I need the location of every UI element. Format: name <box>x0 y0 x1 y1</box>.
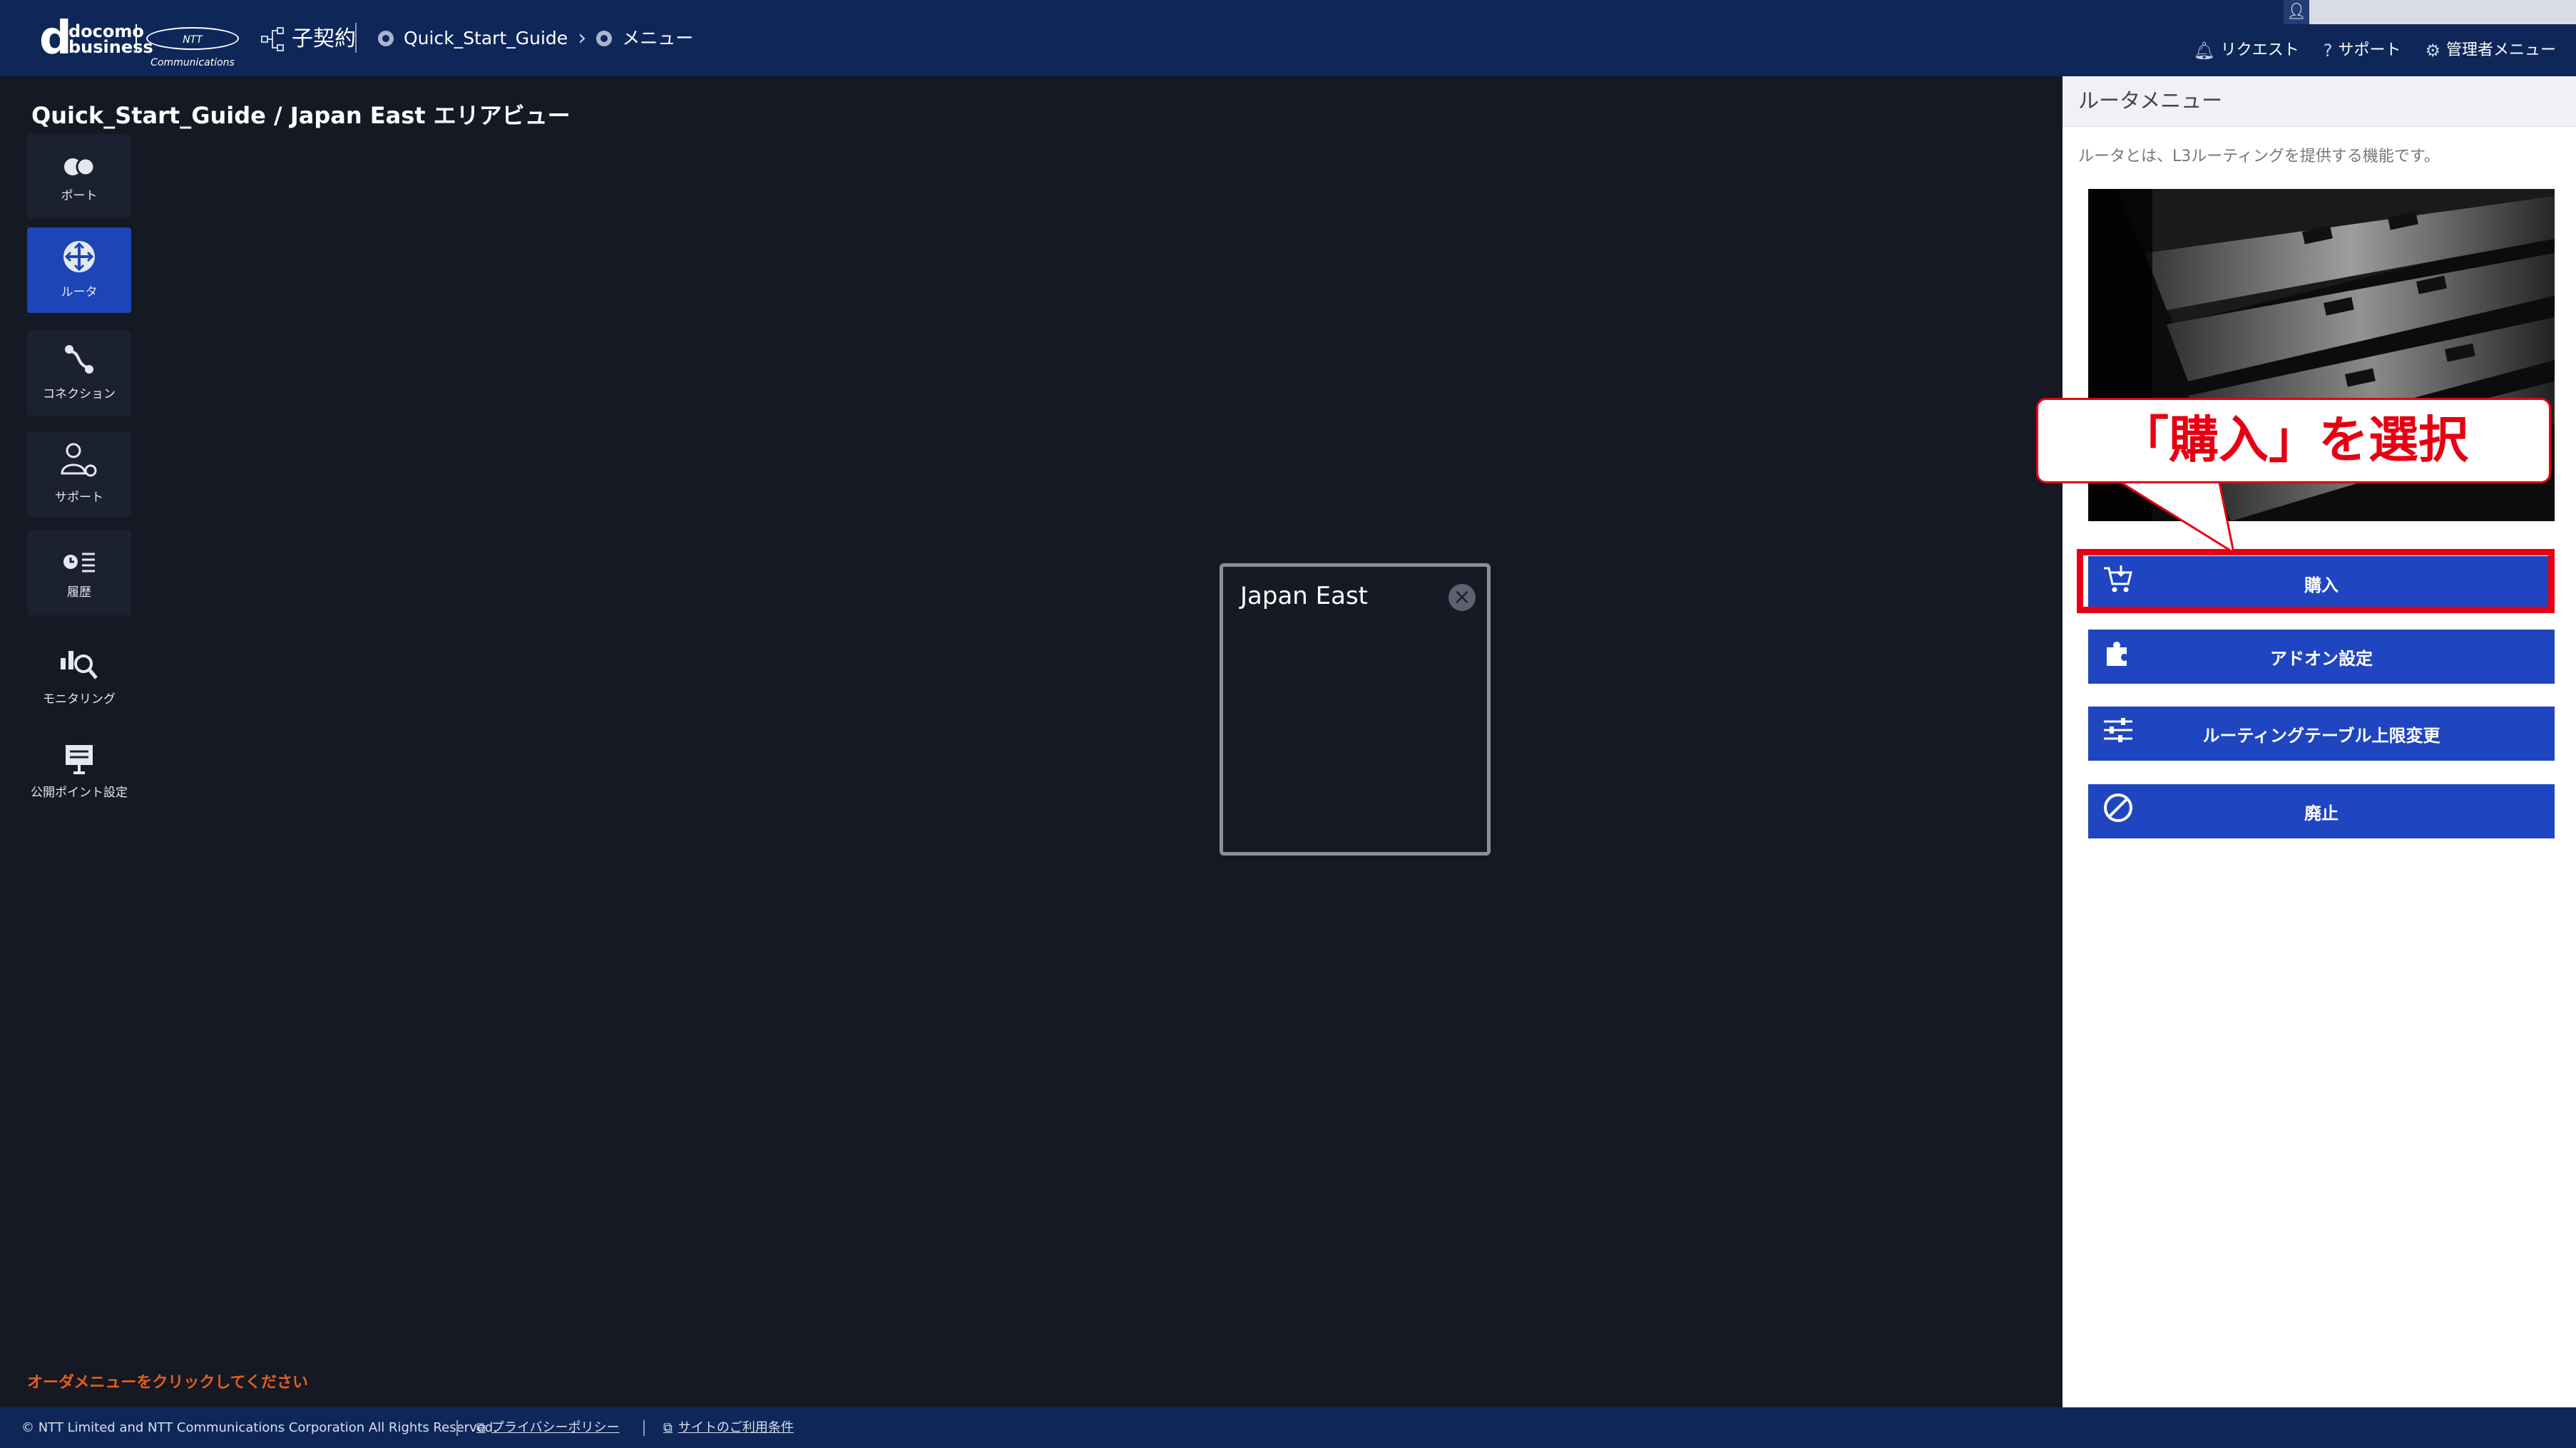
close-icon[interactable]: × <box>1448 584 1476 611</box>
external-link-icon: ⧉ <box>476 1420 486 1435</box>
region-title: Japan East <box>1240 582 1368 610</box>
router-icon <box>62 240 96 281</box>
copyright-text: © NTT Limited and NTT Communications Cor… <box>21 1420 497 1435</box>
breadcrumb: Quick_Start_Guide › メニュー <box>378 27 693 50</box>
contract-switcher[interactable]: 子契約 <box>260 26 356 53</box>
sidenav-item-support[interactable]: サポート <box>27 431 131 517</box>
chevron-right-icon: › <box>578 26 587 51</box>
connection-icon <box>63 343 96 383</box>
logo-divider <box>136 24 137 53</box>
top-header: d docomo business NTT Communications 子契約… <box>0 0 2576 76</box>
footer-divider <box>643 1420 645 1436</box>
port-icon <box>63 148 96 185</box>
contract-label: 子契約 <box>292 26 356 51</box>
user-icon: 👤︎ <box>2284 0 2309 24</box>
privacy-policy-label: プライバシーポリシー <box>491 1420 620 1435</box>
sidenav-item-port[interactable]: ポート <box>27 134 131 218</box>
breadcrumb-item-menu[interactable]: メニュー <box>622 27 693 50</box>
privacy-policy-link[interactable]: ⧉ プライバシーポリシー <box>476 1407 620 1448</box>
help-icon: ? <box>2323 41 2333 61</box>
routing-table-limit-label: ルーティングテーブル上限変更 <box>2202 725 2440 746</box>
sidenav-label: サポート <box>55 491 103 505</box>
utility-links: 🔔︎ リクエスト ? サポート ⚙︎ 管理者メニュー <box>2193 40 2556 61</box>
sidenav-label: ルータ <box>61 285 98 299</box>
user-account-bar[interactable]: 👤︎ <box>2284 0 2576 24</box>
decommission-button[interactable]: 廃止 <box>2088 784 2555 838</box>
history-icon <box>62 544 96 581</box>
sidenav-label: 履歴 <box>67 585 91 600</box>
router-menu-title: ルータメニュー <box>2078 88 2223 113</box>
footer-divider <box>456 1420 458 1436</box>
addon-settings-button[interactable]: アドオン設定 <box>2088 630 2555 684</box>
sidenav-label: モニタリング <box>43 692 116 707</box>
footer: © NTT Limited and NTT Communications Cor… <box>0 1407 2576 1448</box>
ntt-logo: NTT Communications <box>146 27 239 68</box>
header-divider <box>355 23 357 53</box>
request-link[interactable]: 🔔︎ リクエスト <box>2193 40 2299 61</box>
monitoring-icon <box>59 644 99 688</box>
terms-of-use-label: サイトのご利用条件 <box>678 1420 794 1435</box>
bell-icon: 🔔︎ <box>2193 41 2215 61</box>
router-menu-panel: ルータメニュー ルータとは、L3ルーティングを提供する機能です。 購入 アドオン… <box>2063 76 2576 1407</box>
support-link[interactable]: ? サポート <box>2324 40 2401 61</box>
support-icon <box>59 442 99 486</box>
external-link-icon: ⧉ <box>663 1420 673 1435</box>
request-label: リクエスト <box>2220 41 2299 59</box>
sidenav-item-history[interactable]: 履歴 <box>27 530 131 615</box>
sidenav-label: コネクション <box>43 387 116 401</box>
routing-table-limit-button[interactable]: ルーティングテーブル上限変更 <box>2088 707 2555 761</box>
order-menu-hint: オーダメニューをクリックしてください <box>27 1374 309 1392</box>
callout-pointer <box>2120 481 2234 553</box>
admin-menu-label: 管理者メニュー <box>2445 41 2556 59</box>
sidenav-label: 公開ポイント設定 <box>31 786 128 800</box>
page-title: Quick_Start_Guide / Japan East エリアビュー <box>31 102 571 129</box>
sidenav-item-monitoring[interactable]: モニタリング <box>27 633 131 719</box>
sidenav-label: ポート <box>61 189 98 203</box>
instruction-callout: 「購入」を選択 <box>2036 398 2551 483</box>
router-menu-description: ルータとは、L3ルーティングを提供する機能です。 <box>2078 148 2440 165</box>
breadcrumb-dot-icon <box>596 31 613 46</box>
docomo-logo-mark: d <box>39 12 72 65</box>
sidenav-item-connection[interactable]: コネクション <box>27 330 131 416</box>
sidenav-item-public-point[interactable]: 公開ポイント設定 <box>27 729 131 815</box>
purchase-highlight-box <box>2077 549 2555 613</box>
gear-icon: ⚙︎ <box>2425 41 2440 61</box>
puzzle-icon <box>2088 637 2148 677</box>
admin-menu-link[interactable]: ⚙︎ 管理者メニュー <box>2425 40 2556 61</box>
public-point-icon <box>63 743 95 781</box>
decommission-label: 廃止 <box>2304 803 2339 823</box>
support-label: サポート <box>2338 41 2401 59</box>
prohibit-icon <box>2088 792 2148 831</box>
sidenav-item-router[interactable]: ルータ <box>27 227 131 313</box>
region-card-japan-east[interactable]: Japan East × <box>1220 563 1491 856</box>
terms-of-use-link[interactable]: ⧉ サイトのご利用条件 <box>663 1407 794 1448</box>
breadcrumb-dot-icon <box>378 31 394 46</box>
sliders-icon <box>2088 716 2148 752</box>
addon-settings-label: アドオン設定 <box>2270 648 2373 669</box>
breadcrumb-item-project[interactable]: Quick_Start_Guide <box>404 27 568 50</box>
router-menu-header: ルータメニュー <box>2063 76 2576 127</box>
hierarchy-icon <box>260 26 286 52</box>
logo-business-text: business <box>68 37 153 57</box>
